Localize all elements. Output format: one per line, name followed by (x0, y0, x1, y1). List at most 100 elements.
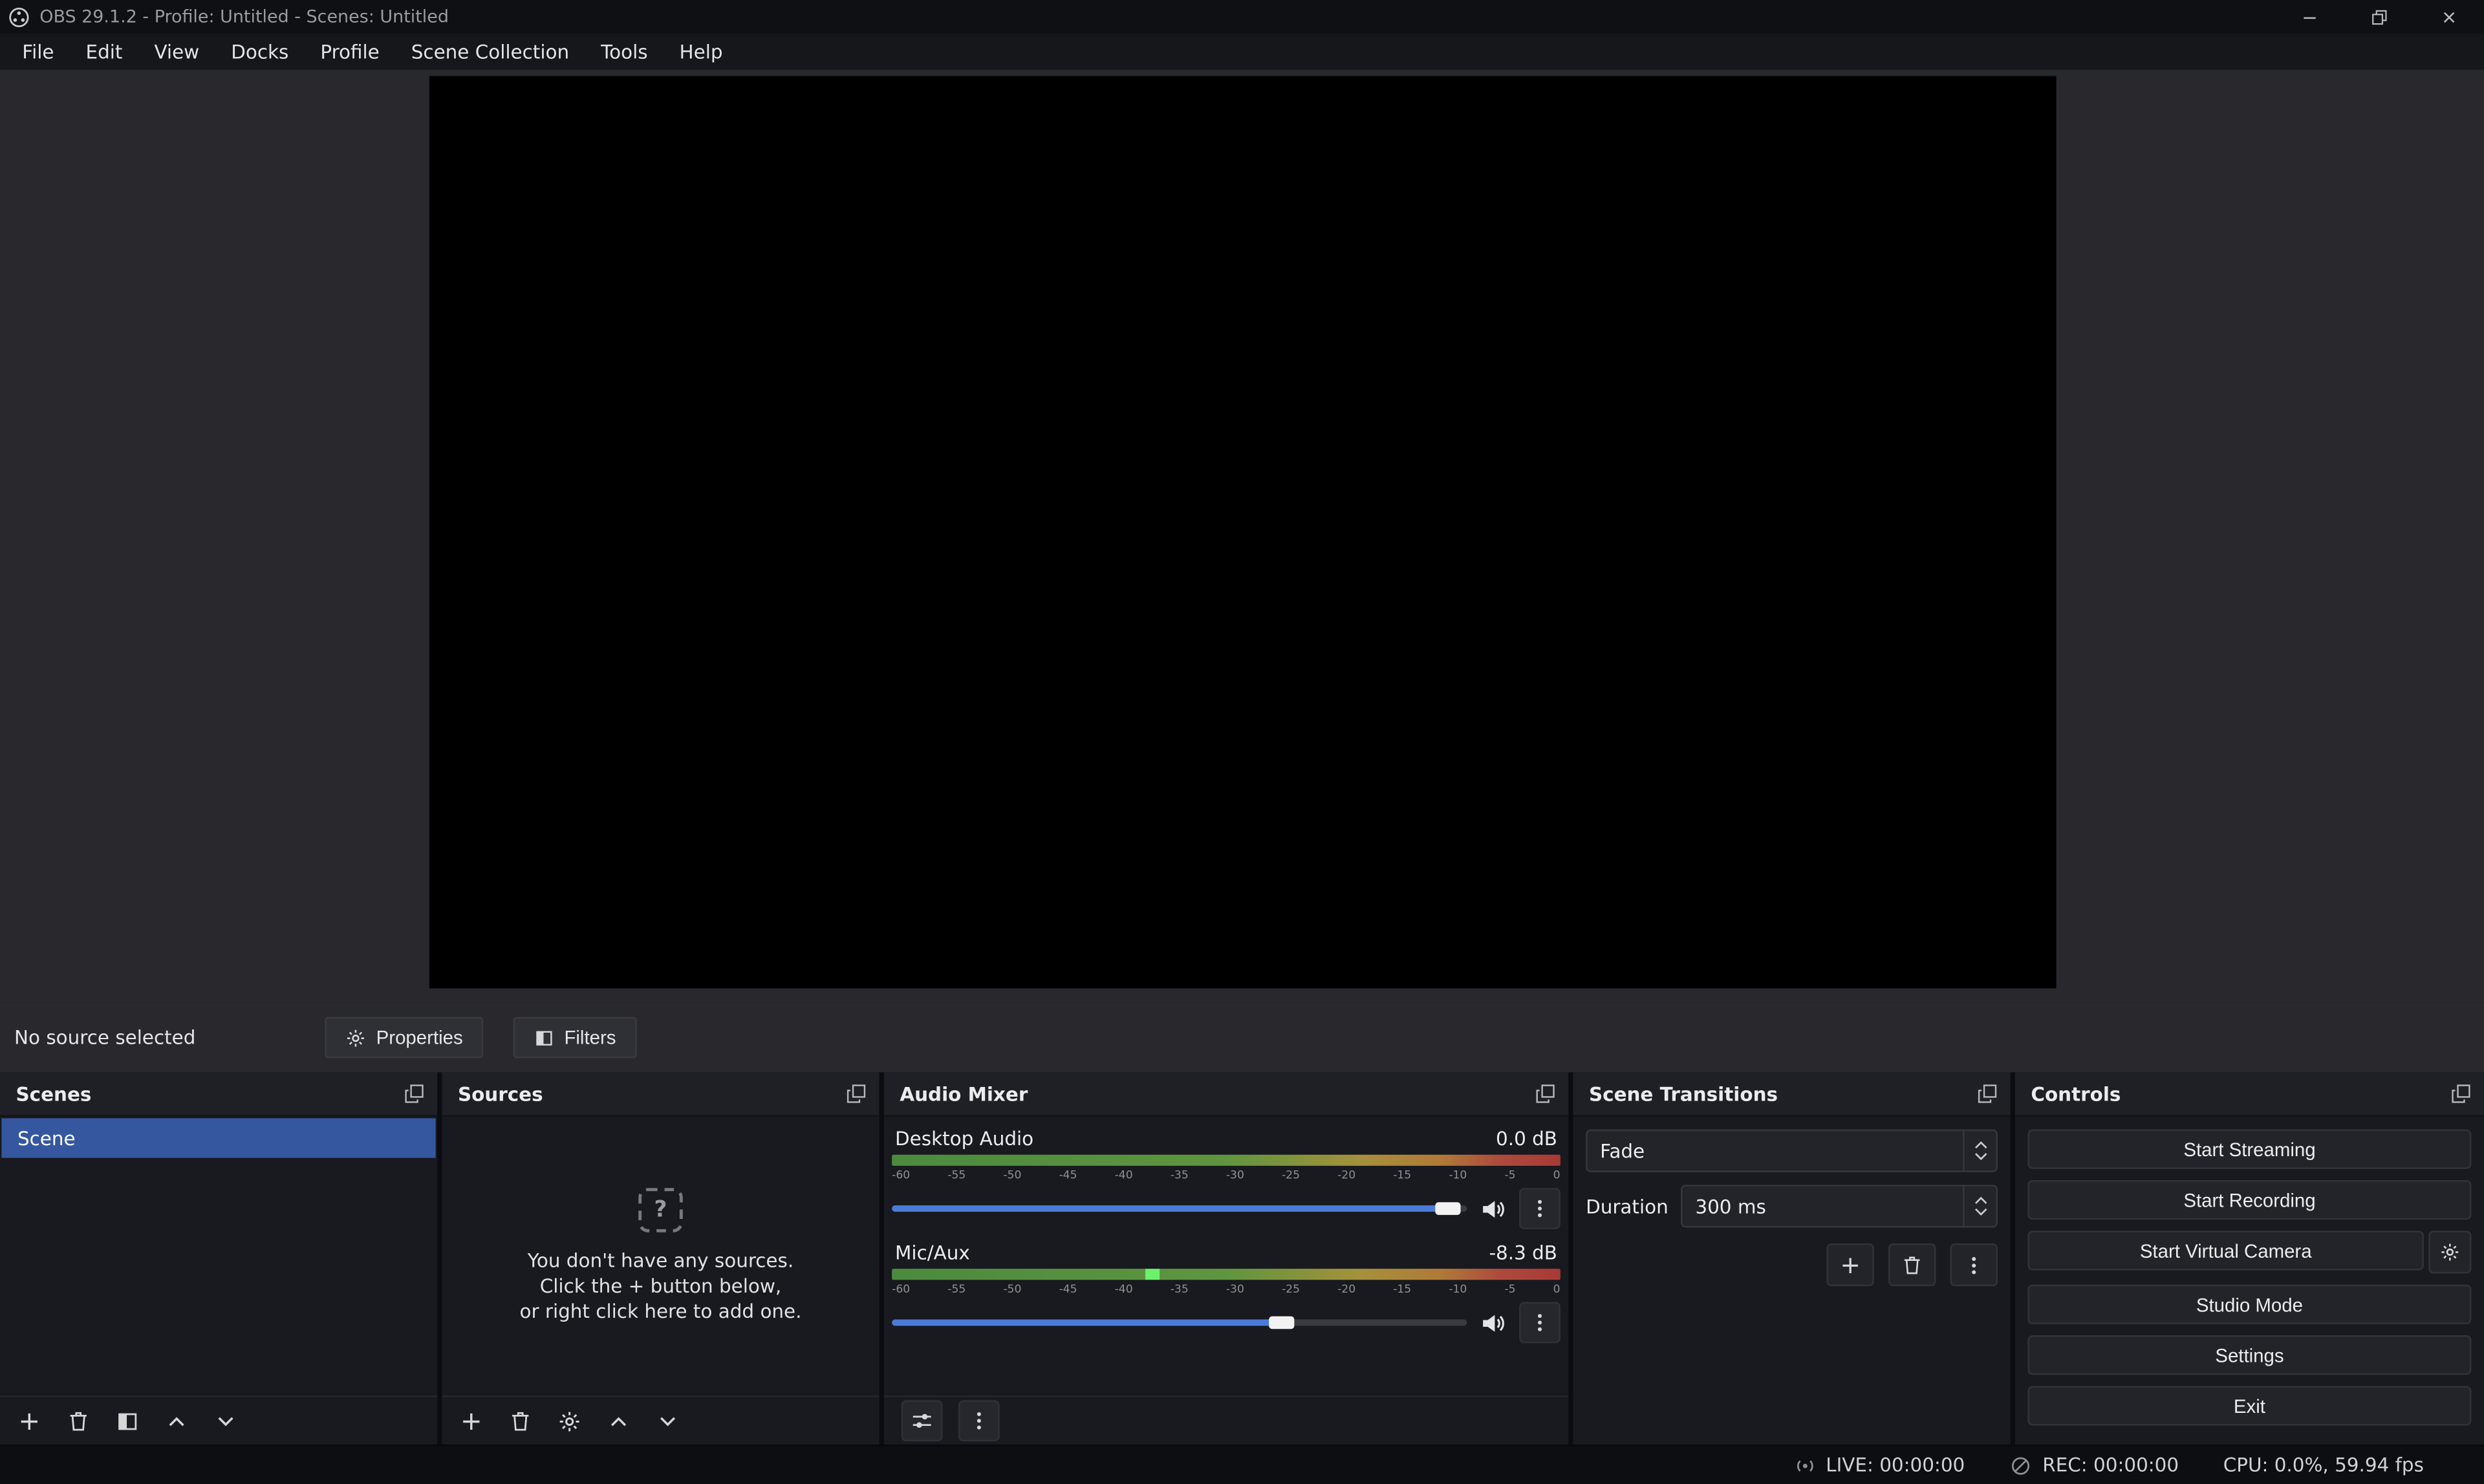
meter-tick: -30 (1226, 1283, 1244, 1296)
scenes-dock: Scenes Scene (0, 1072, 437, 1445)
menu-item-view[interactable]: View (138, 36, 215, 67)
meter-tick: -10 (1449, 1169, 1467, 1182)
meter-tick: -45 (1059, 1169, 1077, 1182)
menu-item-file[interactable]: File (6, 36, 70, 67)
slider-track (892, 1320, 1467, 1326)
menu-item-edit[interactable]: Edit (70, 36, 138, 67)
menu-item-tools[interactable]: Tools (585, 36, 664, 67)
mixer-menu-button[interactable] (958, 1400, 1000, 1441)
menu-item-help[interactable]: Help (664, 36, 739, 67)
live-time: LIVE: 00:00:00 (1826, 1454, 1965, 1476)
scenes-dock-title: Scenes (16, 1082, 91, 1104)
source-properties-icon[interactable] (557, 1409, 581, 1433)
scene-list-item[interactable]: Scene (1, 1118, 435, 1157)
popout-icon[interactable] (2451, 1084, 2472, 1104)
popout-icon[interactable] (1535, 1084, 1556, 1104)
meter-tick: -60 (892, 1169, 910, 1182)
slider-handle[interactable] (1436, 1202, 1461, 1215)
spin-up-icon (1973, 1196, 1987, 1205)
remove-transition-button[interactable] (1888, 1243, 1936, 1286)
filters-label: Filters (564, 1026, 616, 1048)
maximize-button[interactable] (2344, 0, 2414, 33)
popout-icon[interactable] (1977, 1084, 1998, 1104)
slider-fill (892, 1320, 1294, 1326)
controls-dock-header: Controls (2015, 1072, 2484, 1117)
meter-tick: 0 (1553, 1283, 1561, 1296)
minimize-button[interactable] (2275, 0, 2345, 33)
sources-dock-title: Sources (458, 1082, 543, 1104)
titlebar: OBS 29.1.2 - Profile: Untitled - Scenes:… (0, 0, 2484, 33)
speaker-icon[interactable] (1480, 1195, 1507, 1222)
remove-scene-icon[interactable] (67, 1409, 91, 1433)
channel-menu-button[interactable] (1519, 1188, 1561, 1229)
move-scene-up-icon[interactable] (165, 1409, 189, 1433)
properties-button[interactable]: Properties (325, 1017, 483, 1059)
volume-meter (892, 1269, 1561, 1280)
audio-mixer-dock-header: Audio Mixer (884, 1072, 1568, 1117)
sources-list[interactable]: ? You don't have any sources. Click the … (442, 1117, 879, 1395)
meter-tick: -5 (1504, 1283, 1515, 1296)
studio-mode-button[interactable]: Studio Mode (2028, 1285, 2472, 1324)
meter-tick: -30 (1226, 1169, 1244, 1182)
start-recording-button[interactable]: Start Recording (2028, 1180, 2472, 1220)
meter-scale: -60-55-50-45-40-35-30-25-20-15-10-50 (892, 1166, 1561, 1185)
menu-item-scene-collection[interactable]: Scene Collection (395, 36, 585, 67)
transitions-dock-title: Scene Transitions (1589, 1082, 1778, 1104)
gear-icon (346, 1027, 367, 1048)
meter-tick: 0 (1553, 1169, 1561, 1182)
question-mark-icon: ? (638, 1188, 683, 1232)
start-streaming-button[interactable]: Start Streaming (2028, 1130, 2472, 1169)
audio-mixer-dock: Audio Mixer Desktop Audio 0.0 dB -60-55-… (884, 1072, 1568, 1445)
filters-button[interactable]: Filters (513, 1017, 636, 1059)
rec-status: REC: 00:00:00 (2009, 1454, 2179, 1478)
virtual-camera-row: Start Virtual Camera (2028, 1231, 2472, 1273)
scene-transitions-dock: Scene Transitions Fade Duration (1573, 1072, 2010, 1445)
menu-item-profile[interactable]: Profile (305, 36, 395, 67)
properties-label: Properties (376, 1026, 463, 1048)
channel-menu-button[interactable] (1519, 1302, 1561, 1344)
move-scene-down-icon[interactable] (214, 1409, 238, 1433)
sources-dock: Sources ? You don't have any sources. Cl… (442, 1072, 879, 1445)
close-button[interactable] (2414, 0, 2484, 33)
remove-source-icon[interactable] (508, 1409, 532, 1433)
filter-icon (534, 1027, 555, 1048)
controls-dock-title: Controls (2031, 1082, 2121, 1104)
sources-empty-line: or right click here to add one. (519, 1299, 801, 1324)
slider-handle[interactable] (1269, 1317, 1294, 1329)
preview-area (0, 70, 2484, 1003)
move-source-up-icon[interactable] (607, 1409, 631, 1433)
transition-menu-button[interactable] (1950, 1243, 1997, 1286)
duration-value: 300 ms (1695, 1195, 1766, 1217)
virtual-camera-settings-button[interactable] (2428, 1231, 2471, 1273)
move-source-down-icon[interactable] (656, 1409, 680, 1433)
sources-dock-header: Sources (442, 1072, 879, 1117)
obs-window: OBS 29.1.2 - Profile: Untitled - Scenes:… (0, 0, 2484, 1484)
meter-tick: -15 (1393, 1283, 1411, 1296)
meter-tick: -25 (1282, 1169, 1300, 1182)
channel-level: 0.0 dB (1496, 1128, 1557, 1150)
duration-spinbox[interactable]: 300 ms (1681, 1185, 1998, 1227)
docks-row: Scenes Scene (0, 1072, 2484, 1445)
start-virtual-camera-button[interactable]: Start Virtual Camera (2028, 1231, 2424, 1270)
add-transition-button[interactable] (1826, 1243, 1874, 1286)
menubar: File Edit View Docks Profile Scene Colle… (0, 33, 2484, 69)
volume-slider[interactable] (892, 1196, 1467, 1221)
meter-tick: -40 (1115, 1169, 1133, 1182)
scene-filters-icon[interactable] (116, 1409, 140, 1433)
preview-canvas[interactable] (429, 76, 2056, 989)
add-scene-icon[interactable] (17, 1409, 41, 1433)
volume-slider[interactable] (892, 1310, 1467, 1335)
add-source-icon[interactable] (459, 1409, 483, 1433)
exit-button[interactable]: Exit (2028, 1386, 2472, 1425)
speaker-icon[interactable] (1480, 1309, 1507, 1337)
popout-icon[interactable] (846, 1084, 867, 1104)
cpu-text: CPU: 0.0%, 59.94 fps (2223, 1454, 2424, 1476)
settings-button[interactable]: Settings (2028, 1335, 2472, 1375)
advanced-audio-icon[interactable] (902, 1400, 943, 1441)
meter-tick: -55 (947, 1283, 966, 1296)
menu-item-docks[interactable]: Docks (215, 36, 305, 67)
transition-select[interactable]: Fade (1586, 1130, 1998, 1172)
meter-tick: -50 (1003, 1169, 1021, 1182)
transitions-body: Fade Duration 300 ms (1573, 1117, 2010, 1445)
popout-icon[interactable] (404, 1084, 425, 1104)
